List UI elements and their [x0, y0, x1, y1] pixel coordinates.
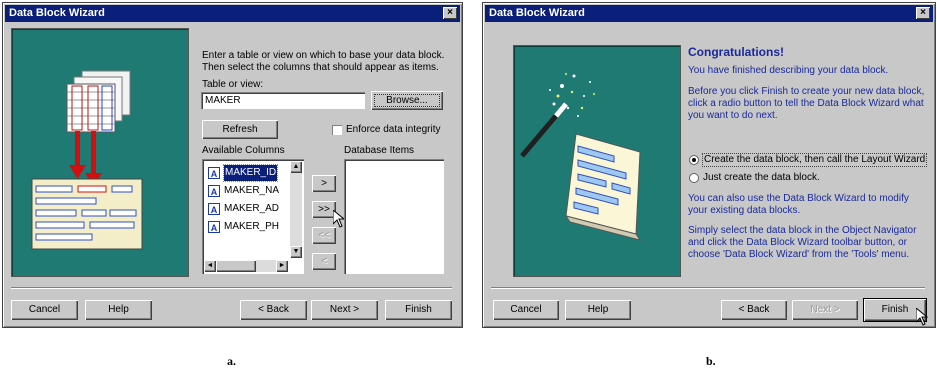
close-button[interactable]: ×	[443, 7, 457, 19]
wizard-illustration	[513, 45, 681, 277]
caption-a: a.	[227, 354, 236, 368]
table-or-view-input[interactable]: MAKER	[201, 92, 365, 109]
window-title: Data Block Wizard	[489, 7, 585, 19]
available-columns-label: Available Columns	[202, 145, 285, 156]
table-illustration	[31, 70, 143, 250]
back-button[interactable]: < Back	[240, 300, 307, 320]
list-item[interactable]: MAKER_AD	[224, 201, 279, 217]
scroll-right-arrow[interactable]: ►	[276, 260, 288, 272]
horizontal-scrollbar[interactable]: ◄ ►	[204, 260, 288, 272]
browse-button[interactable]: Browse...	[371, 91, 443, 110]
title-bar: Data Block Wizard ×	[485, 5, 933, 22]
next-button[interactable]: Next >	[311, 300, 378, 320]
create-and-layout-radio[interactable]	[689, 155, 699, 165]
table-or-view-value: MAKER	[205, 95, 241, 106]
column-type-icon: A	[208, 203, 220, 215]
move-left-button[interactable]: <	[312, 253, 336, 270]
database-items-label: Database Items	[344, 145, 415, 156]
select-block-text: Simply select the data block in the Obje…	[688, 225, 917, 260]
scroll-up-arrow[interactable]: ▲	[290, 161, 302, 173]
enforce-integrity-checkbox[interactable]	[332, 125, 342, 135]
title-bar: Data Block Wizard ×	[5, 5, 460, 22]
table-or-view-label: Table or view:	[202, 79, 264, 90]
list-item[interactable]: MAKER_ID	[222, 164, 279, 182]
congratulations-heading: Congratulations!	[688, 45, 784, 59]
create-and-layout-label: Create the data block, then call the Lay…	[701, 153, 928, 167]
mouse-cursor-icon	[916, 308, 928, 326]
help-button[interactable]: Help	[565, 300, 631, 320]
modify-text: You can also use the Data Block Wizard t…	[688, 193, 909, 216]
instructions-text: Enter a table or view on which to base y…	[202, 50, 445, 73]
list-item[interactable]: MAKER_NA	[224, 183, 279, 199]
list-item[interactable]: MAKER_PH	[224, 219, 279, 235]
back-button[interactable]: < Back	[721, 300, 787, 320]
scroll-thumb[interactable]	[216, 260, 256, 272]
divider	[11, 287, 452, 289]
magic-wand-illustration	[520, 73, 642, 241]
enforce-integrity-label: Enforce data integrity	[346, 124, 441, 135]
scroll-down-arrow[interactable]: ▼	[290, 246, 302, 258]
refresh-button[interactable]: Refresh	[202, 120, 278, 139]
scroll-left-arrow[interactable]: ◄	[204, 260, 216, 272]
help-button[interactable]: Help	[85, 300, 152, 320]
close-button[interactable]: ×	[916, 7, 930, 19]
just-create-label: Just create the data block.	[703, 172, 820, 183]
before-finish-text: Before you click Finish to create your n…	[688, 86, 925, 121]
finished-text: You have finished describing your data b…	[688, 65, 889, 76]
window-title: Data Block Wizard	[9, 7, 105, 19]
cancel-button[interactable]: Cancel	[11, 300, 78, 320]
just-create-radio[interactable]	[689, 173, 699, 183]
divider	[491, 287, 925, 289]
cancel-button[interactable]: Cancel	[493, 300, 559, 320]
column-type-icon: A	[208, 221, 220, 233]
data-block-wizard-window-a: Data Block Wizard × Enter a table or vie…	[2, 2, 463, 328]
column-type-icon: A	[208, 185, 220, 197]
move-all-left-button[interactable]: <<	[312, 227, 336, 244]
data-block-wizard-window-b: Data Block Wizard × Congratulations! You…	[482, 2, 936, 328]
move-right-button[interactable]: >	[312, 175, 336, 192]
next-button[interactable]: Next >	[792, 300, 858, 320]
finish-button[interactable]: Finish	[385, 300, 452, 320]
column-type-icon: A	[208, 167, 220, 179]
caption-b: b.	[706, 354, 716, 368]
vertical-scrollbar[interactable]: ▲ ▼	[290, 161, 302, 258]
wizard-illustration	[11, 28, 189, 277]
database-items-list[interactable]	[344, 159, 444, 274]
available-columns-list[interactable]: A MAKER_ID A MAKER_NA A MAKER_AD A MAKER…	[202, 159, 304, 274]
